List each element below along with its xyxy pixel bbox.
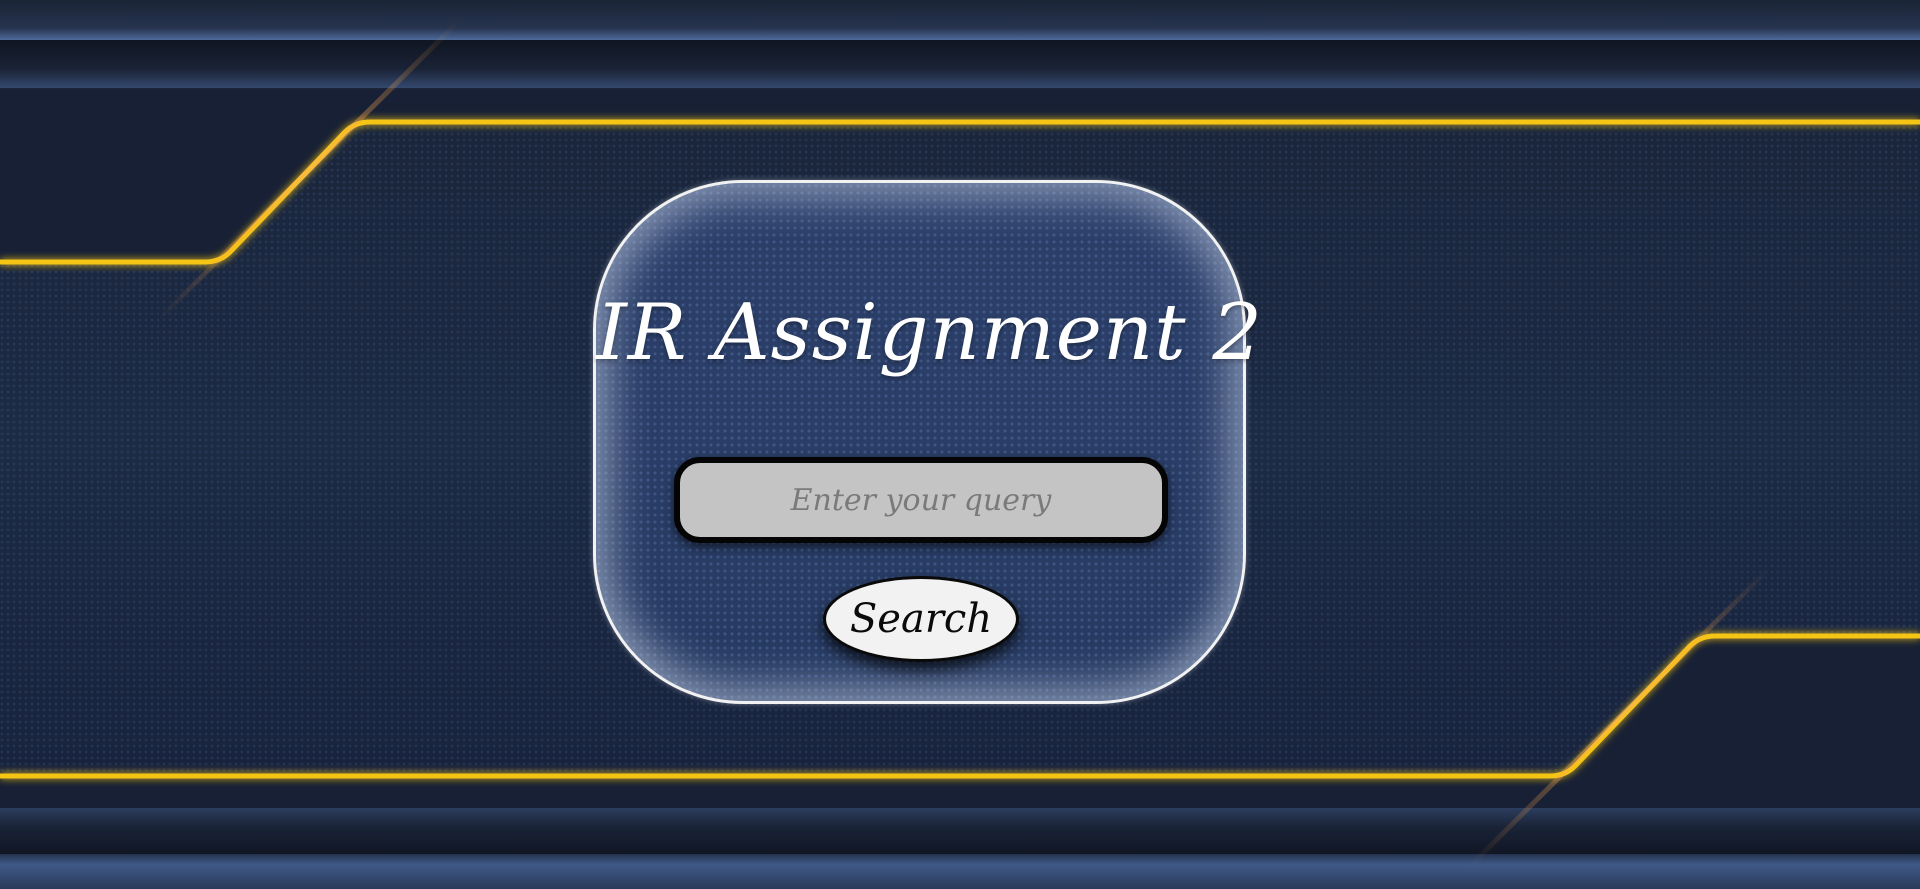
- page-background: IR Assignment 2 Search: [0, 0, 1920, 889]
- page-title: IR Assignment 2: [596, 288, 1263, 378]
- query-input-container: [674, 457, 1168, 543]
- search-button[interactable]: Search: [823, 576, 1019, 662]
- query-input[interactable]: [680, 463, 1162, 537]
- search-card: IR Assignment 2 Search: [593, 180, 1263, 704]
